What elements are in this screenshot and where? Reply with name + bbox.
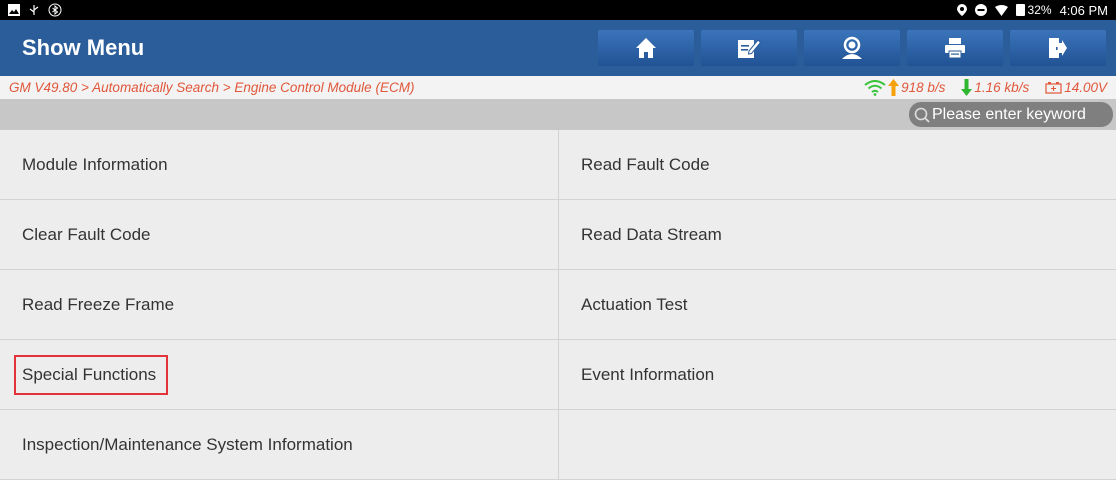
- upload-rate: 918 b/s: [864, 79, 945, 96]
- print-icon: [945, 38, 965, 59]
- usb-icon: [28, 4, 40, 16]
- download-rate-value: 1.16 kb/s: [974, 80, 1030, 95]
- download-arrow-icon: [961, 79, 973, 96]
- battery-percent: 32%: [1027, 3, 1052, 17]
- status-bar-right: 32% 4:06 PM: [956, 2, 1108, 18]
- voltage-value: 14.00V: [1064, 80, 1107, 95]
- print-button[interactable]: [907, 30, 1003, 66]
- page-title: Show Menu: [22, 35, 145, 60]
- exit-button[interactable]: [1010, 30, 1106, 66]
- menu-item-event-information[interactable]: Event Information: [559, 340, 1116, 410]
- wifi-icon: [994, 4, 1008, 16]
- menu-item-label: Read Freeze Frame: [22, 294, 175, 314]
- menu-item-label: Special Functions: [13, 354, 169, 395]
- menu-item-label: Actuation Test: [581, 294, 688, 314]
- status-bar-left: [8, 3, 62, 17]
- bluetooth-icon: [48, 3, 62, 17]
- search-box: [909, 102, 1113, 127]
- battery-voltage: 14.00V: [1045, 80, 1107, 95]
- battery-icon: 32%: [1015, 3, 1052, 17]
- menu-item-label: Inspection/Maintenance System Informatio…: [22, 434, 353, 454]
- menu-item-read-data-stream[interactable]: Read Data Stream: [559, 200, 1116, 270]
- menu-item-label: Read Data Stream: [581, 224, 722, 244]
- toolbar: [598, 30, 1116, 66]
- menu-item-label: Read Fault Code: [581, 154, 710, 174]
- home-icon: [636, 38, 656, 58]
- menu-item-label: Clear Fault Code: [22, 224, 151, 244]
- remote-support-button[interactable]: [804, 30, 900, 66]
- menu-item-empty: [559, 410, 1116, 480]
- function-menu: Module Information Read Fault Code Clear…: [0, 130, 1116, 480]
- menu-item-special-functions[interactable]: Special Functions: [0, 340, 559, 410]
- upload-rate-value: 918 b/s: [901, 80, 946, 95]
- breadcrumb: GM V49.80 > Automatically Search > Engin…: [9, 80, 415, 95]
- car-battery-icon: [1045, 82, 1062, 94]
- exit-icon: [1049, 38, 1067, 58]
- do-not-disturb-icon: [974, 4, 987, 16]
- menu-item-label: Event Information: [581, 364, 715, 384]
- menu-item-inspection-maintenance[interactable]: Inspection/Maintenance System Informatio…: [0, 410, 559, 480]
- clock: 4:06 PM: [1059, 2, 1108, 18]
- upload-arrow-icon: [888, 79, 900, 96]
- breadcrumb-row: GM V49.80 > Automatically Search > Engin…: [0, 76, 1116, 99]
- edit-icon: [738, 39, 761, 58]
- app-header: Show Menu: [0, 20, 1116, 76]
- menu-item-clear-fault-code[interactable]: Clear Fault Code: [0, 200, 559, 270]
- menu-item-module-information[interactable]: Module Information: [0, 130, 559, 200]
- menu-item-actuation-test[interactable]: Actuation Test: [559, 270, 1116, 340]
- remote-support-icon: [842, 36, 862, 59]
- search-input[interactable]: [930, 105, 1112, 124]
- menu-item-label: Module Information: [22, 154, 168, 174]
- download-rate: 1.16 kb/s: [961, 79, 1029, 96]
- home-button[interactable]: [598, 30, 694, 66]
- connection-status: 918 b/s 1.16 kb/s 14.00V: [864, 79, 1107, 96]
- menu-item-read-freeze-frame[interactable]: Read Freeze Frame: [0, 270, 559, 340]
- wifi-signal-icon: [864, 79, 886, 96]
- edit-button[interactable]: [701, 30, 797, 66]
- image-icon: [8, 4, 20, 16]
- status-bar: 32% 4:06 PM: [0, 0, 1116, 20]
- menu-item-read-fault-code[interactable]: Read Fault Code: [559, 130, 1116, 200]
- search-row: [0, 99, 1116, 130]
- location-icon: [956, 4, 967, 16]
- search-icon: [914, 107, 930, 123]
